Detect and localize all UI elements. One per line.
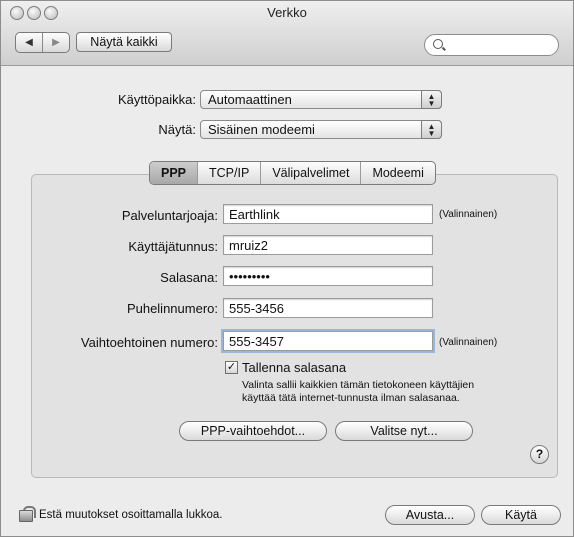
alt-phone-label: Vaihtoehtoinen numero: bbox=[80, 335, 218, 350]
search-field[interactable] bbox=[424, 34, 559, 56]
tab-proxies[interactable]: Välipalvelimet bbox=[260, 162, 360, 184]
help-button[interactable]: ? bbox=[530, 445, 549, 464]
lock-text: Estä muutokset osoittamalla lukkoa. bbox=[39, 509, 223, 521]
ppp-options-button[interactable]: PPP-vaihtoehdot... bbox=[179, 421, 327, 441]
tab-ppp[interactable]: PPP bbox=[150, 162, 198, 184]
password-field[interactable]: ••••••••• bbox=[223, 266, 433, 286]
popup-arrows-icon: ▲ ▼ bbox=[421, 120, 442, 139]
alt-phone-field[interactable]: 555-3457 bbox=[223, 331, 433, 351]
show-value: Sisäinen modeemi bbox=[208, 122, 315, 137]
location-value: Automaattinen bbox=[208, 92, 292, 107]
back-forward-control: ◀ ▶ bbox=[15, 32, 70, 53]
save-password-checkbox[interactable]: ✓ bbox=[225, 361, 238, 374]
tab-bar: PPP TCP/IP Välipalvelimet Modeemi bbox=[149, 161, 436, 185]
apply-button[interactable]: Käytä bbox=[481, 505, 561, 525]
popup-arrows-icon: ▲ ▼ bbox=[421, 90, 442, 109]
show-popup[interactable]: Sisäinen modeemi ▲ ▼ bbox=[200, 120, 442, 139]
forward-arrow-icon[interactable]: ▶ bbox=[42, 33, 69, 52]
account-field[interactable]: mruiz2 bbox=[223, 235, 433, 255]
window-title: Verkko bbox=[267, 5, 307, 20]
title-bar: Verkko ◀ ▶ Näytä kaikki bbox=[1, 1, 573, 66]
save-password-hint-line-1: Valinta sallii kaikkien tämän tietokonee… bbox=[242, 379, 475, 391]
network-preferences-window: Verkko ◀ ▶ Näytä kaikki Käyttöpaikka: Au… bbox=[0, 0, 574, 537]
password-label: Salasana: bbox=[160, 270, 218, 285]
phone-label: Puhelinnumero: bbox=[126, 301, 218, 316]
tab-modem[interactable]: Modeemi bbox=[360, 162, 434, 184]
lock-icon[interactable] bbox=[19, 506, 36, 522]
provider-field[interactable]: Earthlink bbox=[223, 204, 433, 224]
dial-now-button[interactable]: Valitse nyt... bbox=[335, 421, 473, 441]
provider-optional-note: (Valinnainen) bbox=[439, 209, 498, 220]
save-password-label: Tallenna salasana bbox=[242, 360, 347, 375]
show-label: Näytä: bbox=[158, 122, 196, 137]
show-all-button[interactable]: Näytä kaikki bbox=[76, 32, 172, 52]
back-arrow-icon[interactable]: ◀ bbox=[16, 33, 42, 52]
location-popup[interactable]: Automaattinen ▲ ▼ bbox=[200, 90, 442, 109]
alt-phone-optional-note: (Valinnainen) bbox=[439, 337, 498, 348]
checkmark-icon: ✓ bbox=[226, 361, 237, 373]
phone-field[interactable]: 555-3456 bbox=[223, 298, 433, 318]
tab-tcpip[interactable]: TCP/IP bbox=[197, 162, 260, 184]
save-password-hint-line-2: käyttää tätä internet-tunnusta ilman sal… bbox=[242, 392, 460, 404]
assist-button[interactable]: Avusta... bbox=[385, 505, 475, 525]
search-icon bbox=[433, 39, 443, 49]
location-label: Käyttöpaikka: bbox=[117, 92, 196, 107]
provider-label: Palveluntarjoaja: bbox=[121, 208, 218, 223]
account-label: Käyttäjätunnus: bbox=[128, 239, 218, 254]
